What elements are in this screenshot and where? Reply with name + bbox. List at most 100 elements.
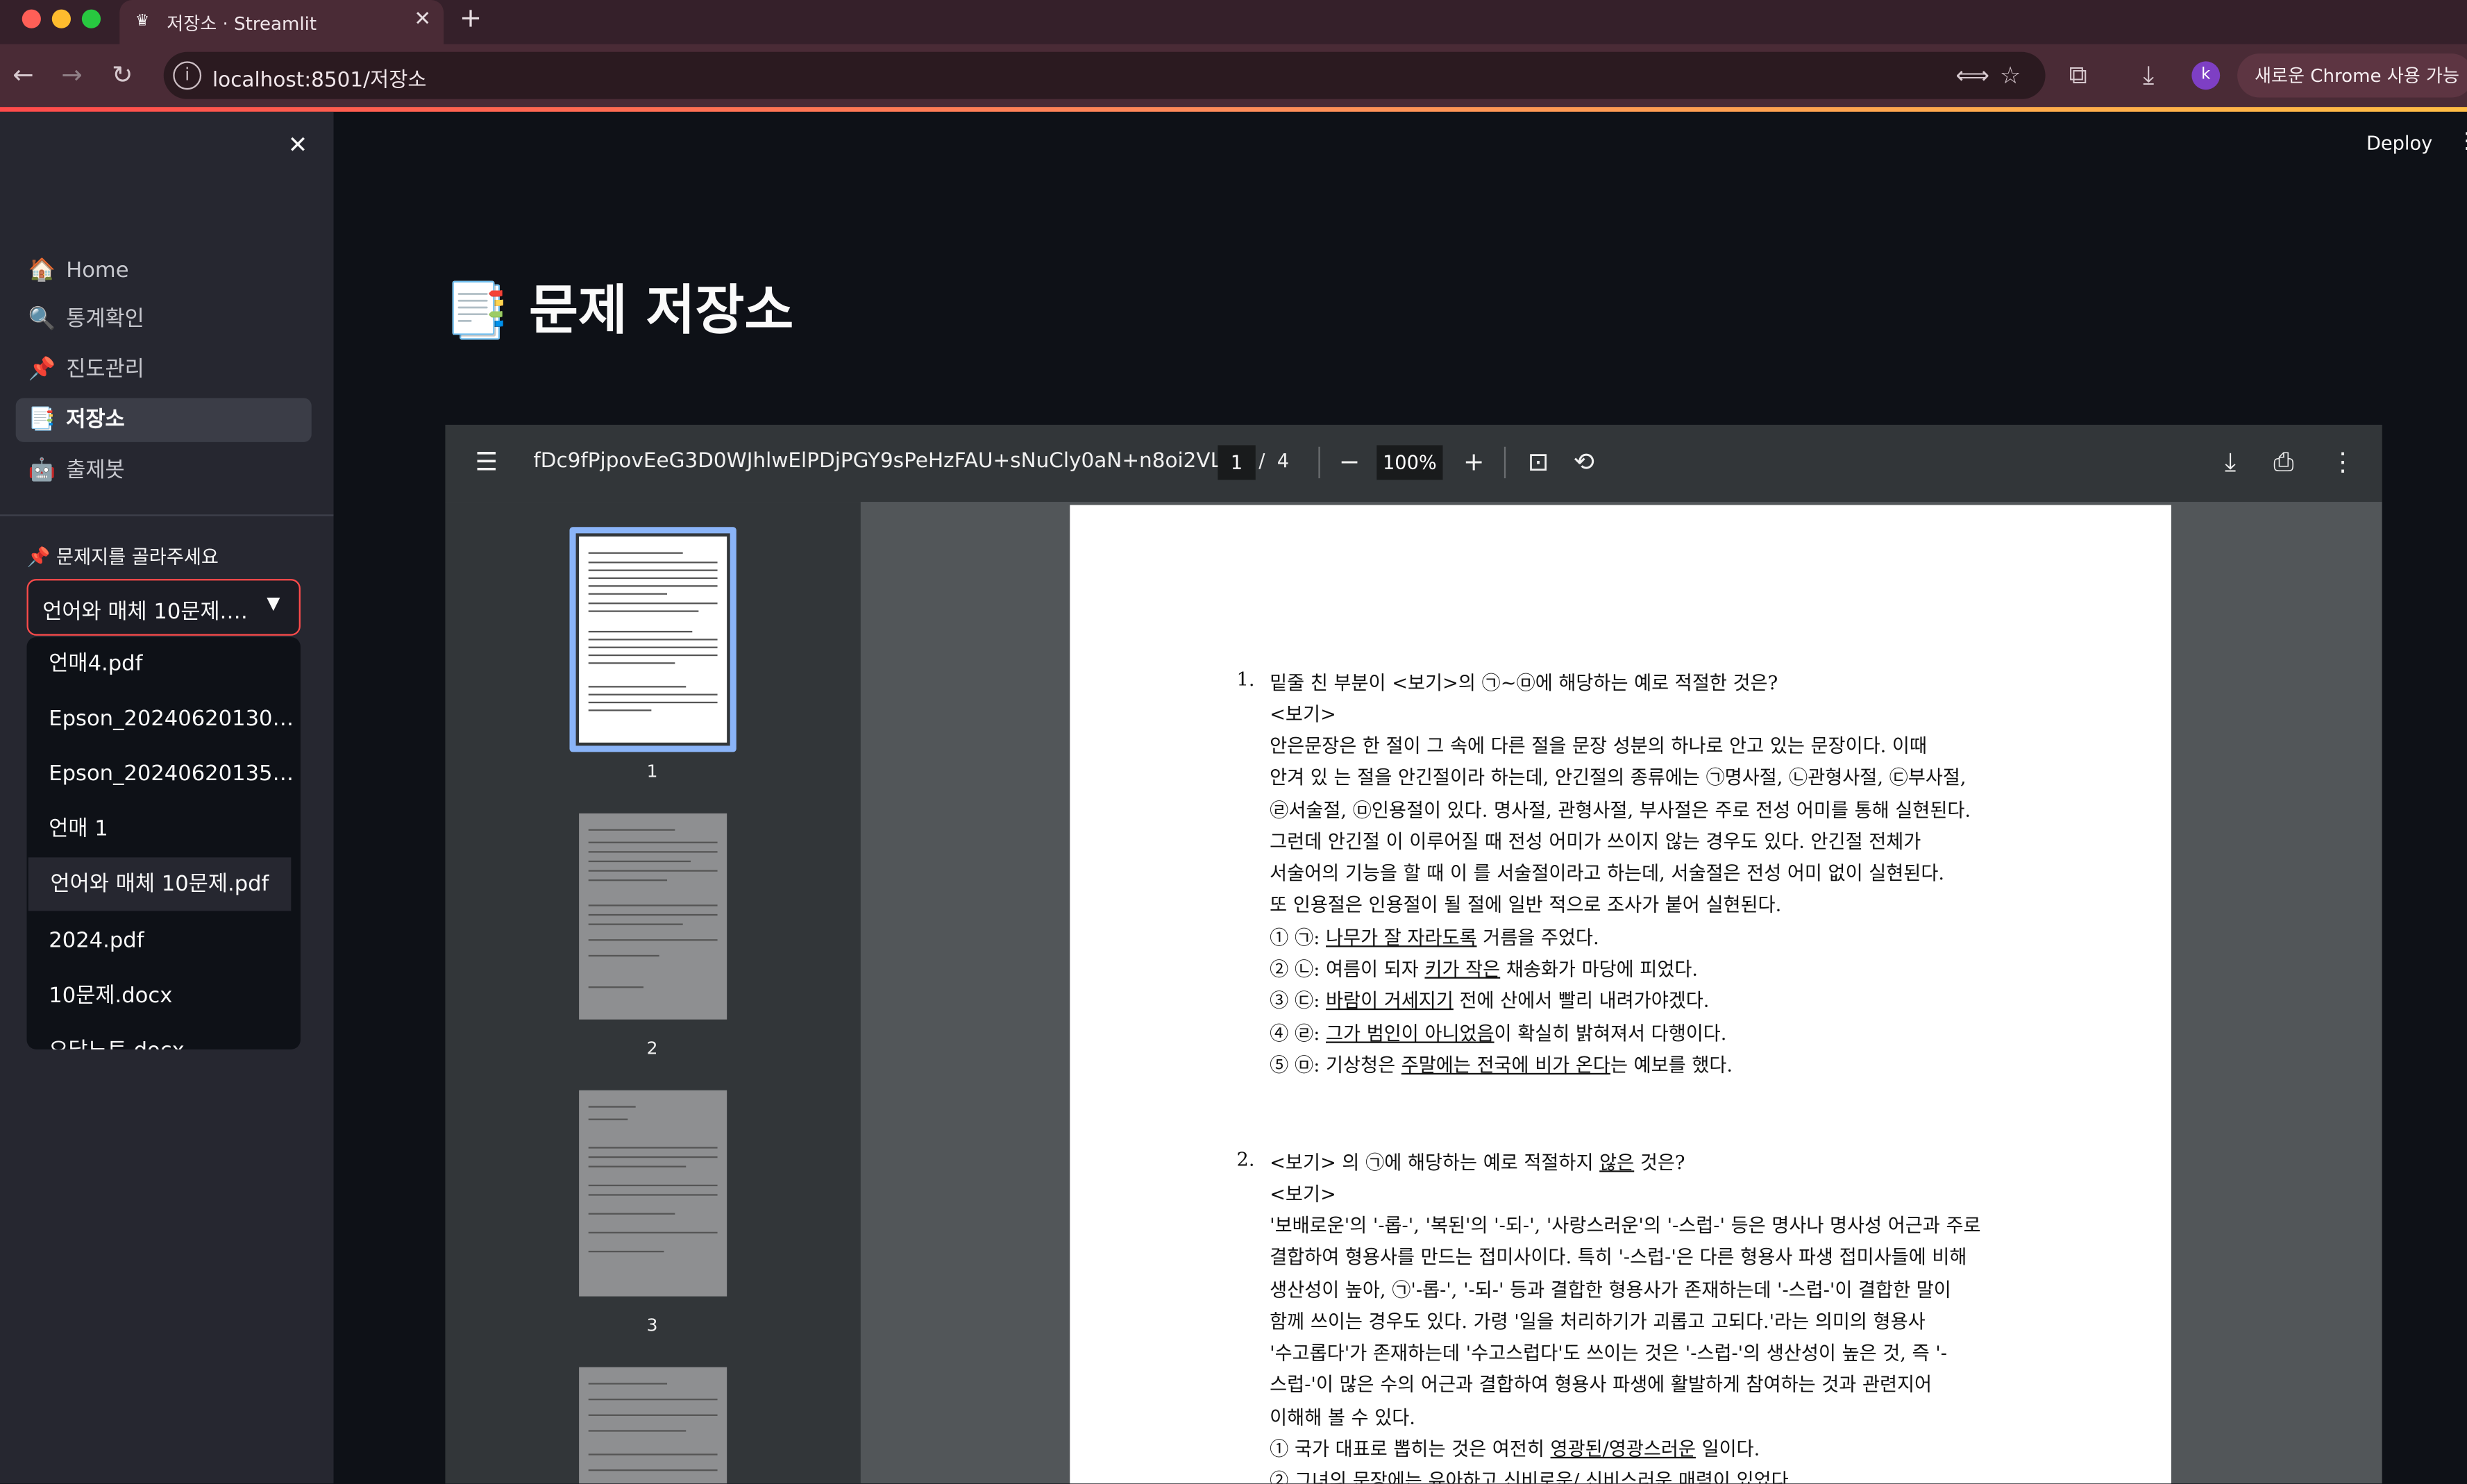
browser-tab[interactable]: ♛ 저장소 · Streamlit ✕ bbox=[119, 0, 444, 44]
more-options-icon[interactable]: ⋮ bbox=[2330, 447, 2355, 478]
hamburger-menu-icon[interactable]: ☰ bbox=[475, 447, 498, 478]
dropdown-option[interactable]: 언매4.pdf bbox=[27, 637, 301, 691]
sidebar-item-label: 진도관리 bbox=[66, 357, 144, 382]
maximize-window-button[interactable] bbox=[81, 9, 101, 28]
passage-line: 이해해 볼 수 있다. bbox=[1270, 1406, 1415, 1429]
zoom-input[interactable]: 100% bbox=[1376, 445, 1443, 480]
page-title-text: 문제 저장소 bbox=[529, 280, 794, 344]
passage-line: '수고롭다'가 존재하는데 '수고스럽다'도 쓰이는 것은 '-스럽-'의 생산… bbox=[1270, 1342, 1947, 1365]
main-menu-icon[interactable]: ⋮ bbox=[2456, 129, 2467, 154]
browser-window: ♛ 저장소 · Streamlit ✕ + ← → ↻ i localhost:… bbox=[0, 0, 2467, 1484]
thumbnail-label: 1 bbox=[646, 761, 658, 782]
translate-icon[interactable]: ⟺ bbox=[1955, 61, 1989, 90]
thumbnail-label: 2 bbox=[646, 1038, 658, 1059]
question-number: 1. bbox=[1236, 668, 1255, 691]
tab-bar: ♛ 저장소 · Streamlit ✕ + bbox=[0, 0, 2467, 44]
dropdown-option[interactable]: Epson_20240620135… bbox=[27, 748, 301, 801]
sidebar-item-label: 저장소 bbox=[66, 407, 125, 433]
reload-icon[interactable]: ↻ bbox=[112, 60, 133, 91]
selected-value: 언어와 매체 10문제.… bbox=[42, 599, 248, 625]
sidebar-item-label: 통계확인 bbox=[66, 306, 144, 332]
sidebar-item-label: Home bbox=[66, 258, 129, 283]
rotate-icon[interactable]: ⟲ bbox=[1574, 447, 1594, 478]
page-total-count: 4 bbox=[1277, 450, 1290, 472]
thumbnail-page-1[interactable] bbox=[579, 536, 727, 743]
page-title-icon: 📑 bbox=[444, 280, 511, 344]
minimize-window-button[interactable] bbox=[51, 9, 71, 28]
streamlit-accent-bar bbox=[0, 107, 2467, 112]
sidebar-item-stats[interactable]: 🔍 통계확인 bbox=[16, 297, 312, 341]
pdf-page: 1. 밑줄 친 부분이 <보기>의 ㉠~㉤에 해당하는 예로 적절한 것은? <… bbox=[1070, 505, 2171, 1484]
address-bar[interactable]: i localhost:8501/저장소 ⟺ ☆ bbox=[163, 51, 2046, 99]
page-number-input[interactable]: 1 bbox=[1218, 445, 1256, 480]
dropdown-option[interactable]: 2024.pdf bbox=[27, 914, 301, 968]
bookmark-star-icon[interactable]: ☆ bbox=[2000, 61, 2021, 90]
chrome-update-button[interactable]: 새로운 Chrome 사용 가능 bbox=[2237, 53, 2467, 98]
profile-avatar[interactable]: k bbox=[2191, 61, 2221, 90]
answer-choice: ① 국가 대표로 뽑히는 것은 여전히 영광된/영광스러운 일이다. bbox=[1270, 1437, 1760, 1460]
back-icon[interactable]: ← bbox=[12, 60, 33, 91]
house-icon: 🏠 bbox=[28, 258, 56, 283]
forward-icon[interactable]: → bbox=[61, 60, 82, 91]
passage-line: 결합하여 형용사를 만드는 접미사이다. 특히 '-스럽-'은 다른 형용사 파… bbox=[1270, 1246, 1967, 1268]
thumbnail-page-3[interactable] bbox=[579, 1090, 727, 1297]
dropdown-option[interactable]: 언매 1 bbox=[27, 802, 301, 856]
close-window-button[interactable] bbox=[22, 9, 41, 28]
thumbnail-page-4[interactable] bbox=[579, 1367, 727, 1484]
document-icon: 📑 bbox=[28, 407, 56, 433]
pdf-viewer: ☰ fDc9fPjpovEeG3D0WJhlwElPDjPGY9sPeHzFAU… bbox=[445, 424, 2382, 1484]
thumbnail-sidebar: 1 2 3 bbox=[445, 502, 861, 1484]
dropdown-option-highlighted[interactable]: 언어와 매체 10문제.pdf bbox=[28, 857, 292, 911]
passage-line: 스럽-'이 많은 수의 어근과 결합하여 형용사 파생에 활발하게 참여하는 것… bbox=[1270, 1373, 1933, 1396]
url-text: localhost:8501/저장소 bbox=[212, 69, 427, 93]
dropdown-option[interactable]: 10문제.docx bbox=[27, 969, 301, 1022]
question-text: <보기> 의 ㉠에 해당하는 예로 적절하지 않은 것은? bbox=[1270, 1152, 1685, 1174]
box-label: <보기> bbox=[1270, 1183, 1336, 1206]
question-text: 밑줄 친 부분이 <보기>의 ㉠~㉤에 해당하는 예로 적절한 것은? bbox=[1270, 671, 1778, 694]
zoom-in-icon[interactable]: + bbox=[1463, 447, 1484, 478]
dropdown-option[interactable]: Epson_20240620130… bbox=[27, 692, 301, 745]
tab-title: 저장소 · Streamlit bbox=[167, 12, 317, 35]
passage-line: 그런데 안긴절 이 이루어질 때 전성 어미가 쓰이지 않는 경우도 있다. 안… bbox=[1270, 830, 1921, 853]
site-info-icon[interactable]: i bbox=[173, 61, 202, 90]
toolbar-divider bbox=[1504, 446, 1506, 479]
print-icon[interactable]: ⎙ bbox=[2273, 447, 2293, 478]
passage-line: 또 인용절은 인용절이 될 절에 일반 적으로 조사가 붙어 실현된다. bbox=[1270, 893, 1782, 916]
box-label: <보기> bbox=[1270, 703, 1336, 725]
robot-icon: 🤖 bbox=[28, 457, 56, 483]
answer-choice: ⑤ ㉤: 기상청은 주말에는 전국에 비가 온다는 예보를 했다. bbox=[1270, 1054, 1733, 1077]
zoom-out-icon[interactable]: − bbox=[1339, 447, 1360, 478]
passage-line: 생산성이 높아, ㉠'-롭-', '-되-' 등과 결합한 형용사가 존재하는데… bbox=[1270, 1279, 1951, 1301]
sidebar-item-storage[interactable]: 📑 저장소 bbox=[15, 398, 312, 442]
select-dropdown: 언매4.pdf Epson_20240620130… Epson_2024062… bbox=[26, 636, 301, 1049]
sidebar-item-home[interactable]: 🏠 Home bbox=[16, 248, 312, 292]
answer-choice: ④ ㉣: 그가 범인이 아니었음이 확실히 밝혀져서 다행이다. bbox=[1270, 1022, 1727, 1045]
page-separator: / bbox=[1258, 450, 1265, 472]
close-sidebar-icon[interactable]: ✕ bbox=[288, 130, 308, 159]
passage-line: ㉣서술절, ㉤인용절이 있다. 명사절, 관형사절, 부사절은 주로 전성 어미… bbox=[1270, 799, 1971, 822]
browser-toolbar: ← → ↻ i localhost:8501/저장소 ⟺ ☆ ⧉ ⤓ k 새로운… bbox=[0, 44, 2467, 108]
fit-page-icon[interactable]: ⊡ bbox=[1528, 447, 1549, 478]
thumbnail-label: 3 bbox=[646, 1315, 658, 1336]
sidebar: ✕ 🏠 Home 🔍 통계확인 📌 진도관리 📑 저장소 🤖 출제봇 📌 문제지… bbox=[0, 111, 334, 1484]
magnifier-icon: 🔍 bbox=[28, 306, 56, 332]
dropdown-option[interactable]: 오답노트.docx bbox=[27, 1025, 301, 1049]
deploy-button[interactable]: Deploy bbox=[2366, 132, 2432, 154]
question-number: 2. bbox=[1236, 1148, 1255, 1171]
thumbnail-page-2[interactable] bbox=[579, 813, 727, 1020]
answer-choice: ② 그녀의 문장에는 유아하고 신비로운/ 신비스러운 매력이 있었다. bbox=[1270, 1469, 1795, 1484]
download-icon[interactable]: ⤓ bbox=[2143, 60, 2154, 91]
passage-line: 서술어의 기능을 할 때 이 를 서술절이라고 하는데, 서술절은 전성 어미 … bbox=[1270, 862, 1944, 884]
download-icon[interactable]: ⤓ bbox=[2225, 447, 2236, 478]
answer-choice: ① ㉠: 나무가 잘 자라도록 거름을 주었다. bbox=[1270, 927, 1599, 949]
passage-line: 함께 쓰이는 경우도 있다. 가령 '일을 처리하기가 괴롭고 고되다.'라는 … bbox=[1270, 1310, 1926, 1333]
page-title: 📑 문제 저장소 bbox=[444, 267, 793, 344]
extensions-icon[interactable]: ⧉ bbox=[2069, 60, 2087, 91]
close-tab-icon[interactable]: ✕ bbox=[414, 8, 431, 31]
pushpin-icon: 📌 bbox=[28, 357, 56, 382]
file-select[interactable]: 언어와 매체 10문제.… ▼ bbox=[26, 579, 301, 636]
sidebar-item-quizbot[interactable]: 🤖 출제봇 bbox=[16, 448, 312, 492]
chevron-down-icon: ▼ bbox=[267, 593, 280, 614]
new-tab-icon[interactable]: + bbox=[460, 3, 482, 35]
sidebar-item-progress[interactable]: 📌 진도관리 bbox=[16, 348, 312, 391]
